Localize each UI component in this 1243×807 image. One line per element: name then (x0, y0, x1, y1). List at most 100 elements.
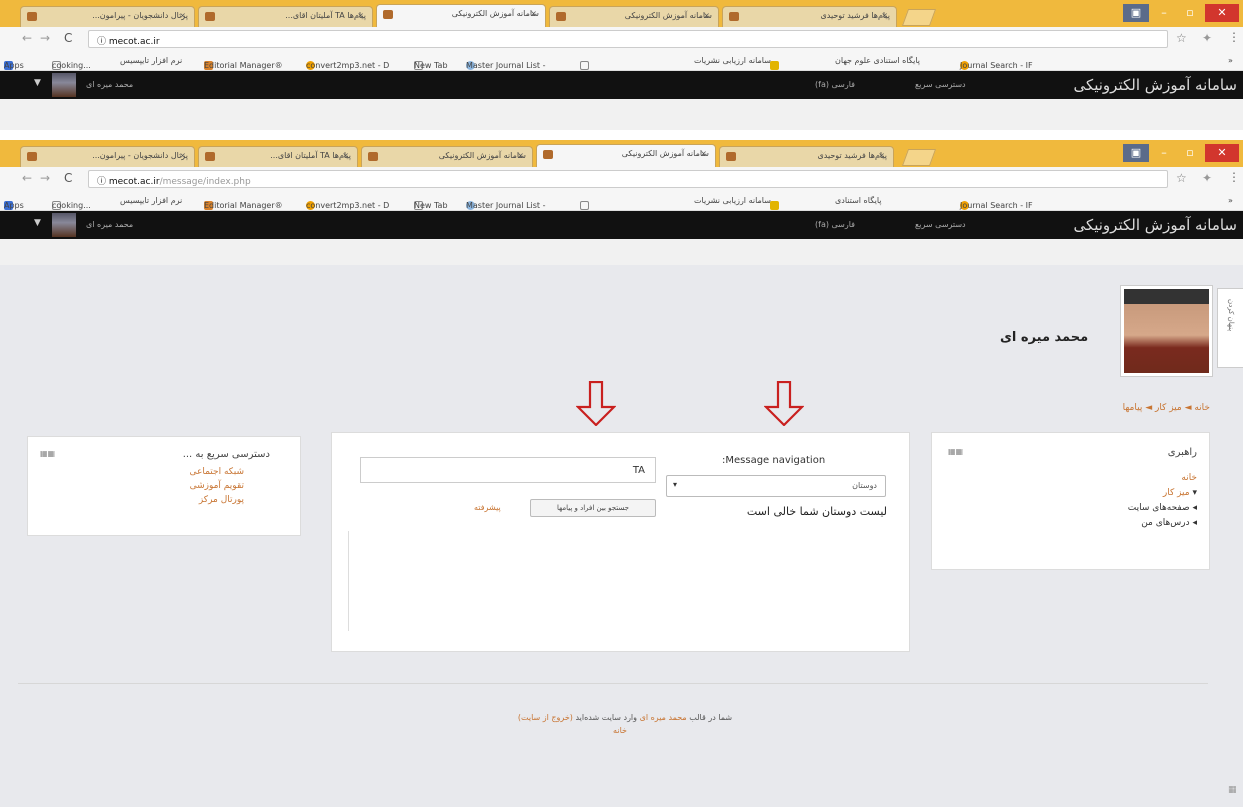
browser-tab[interactable]: پرتال دانشجویان - پیرامون... × (20, 146, 195, 167)
browser-tab[interactable]: سامانه آموزش الکترونیکی × (361, 146, 533, 167)
search-input[interactable]: TA (360, 457, 656, 483)
menu-icon[interactable]: ⋮ (1228, 30, 1240, 44)
logout-link[interactable]: (خروج از سایت) (518, 713, 573, 722)
browser-tab[interactable]: پیام‌ها TA آملیتان اقای... × (198, 6, 373, 27)
down-arrow-annotation (576, 381, 616, 426)
forward-arrow-icon[interactable]: → (40, 31, 50, 45)
quick-access-menu[interactable]: دسترسی سریع (915, 220, 966, 229)
navigation-block: راهبری ▦▦ خانه ▾ میز کار ◂ صفحه‌های سایت… (931, 432, 1210, 570)
tab-favicon-icon (27, 152, 37, 161)
block-actions-icon[interactable]: ▦▦ (948, 447, 963, 456)
close-tab-icon[interactable]: × (179, 151, 186, 160)
extension-icon[interactable]: ✦ (1202, 31, 1212, 45)
close-tab-icon[interactable]: × (530, 9, 537, 18)
close-window-icon[interactable]: ✕ (1205, 144, 1239, 162)
back-arrow-icon[interactable]: ← (22, 31, 32, 45)
footer-user-link[interactable]: محمد میره ای (640, 713, 687, 722)
footer-home-link[interactable]: خانه (600, 726, 640, 735)
minimize-icon[interactable]: – (1151, 144, 1177, 162)
maximize-icon[interactable]: ▫ (1177, 4, 1203, 22)
close-tab-icon[interactable]: × (703, 11, 710, 20)
close-tab-icon[interactable]: × (881, 11, 888, 20)
browser-tab[interactable]: پیام‌ها فرشید توحیدی × (719, 146, 894, 167)
star-icon[interactable]: ☆ (1176, 171, 1187, 185)
nav-item-my-courses[interactable]: ◂ درس‌های من (1141, 518, 1197, 528)
close-window-icon[interactable]: ✕ (1205, 4, 1239, 22)
bookmark-item[interactable]: پایگاه استنادی (835, 196, 882, 205)
navbar-user-name[interactable]: محمد میره ای (86, 220, 133, 229)
quick-link-portal[interactable]: پورتال مرکز (199, 495, 244, 505)
lang-menu[interactable]: فارسی (fa) (815, 220, 855, 229)
close-tab-icon[interactable]: × (700, 149, 707, 158)
close-tab-icon[interactable]: × (342, 151, 349, 160)
nav-item-site-pages[interactable]: ◂ صفحه‌های سایت (1128, 503, 1197, 513)
quick-access-block-title: دسترسی سریع به ... (182, 449, 270, 460)
window-icon[interactable]: ▣ (1123, 144, 1149, 162)
search-people-messages-button[interactable]: جستجو بین افراد و پیامها (530, 499, 656, 517)
user-avatar[interactable] (52, 73, 76, 97)
reload-icon[interactable]: C (64, 31, 72, 45)
close-tab-icon[interactable]: × (179, 11, 186, 20)
hide-blocks-tab[interactable]: پنهان کردن (1217, 288, 1243, 368)
forward-arrow-icon[interactable]: → (40, 171, 50, 185)
bookmark-item[interactable]: نرم افزار تایپسیس (120, 56, 182, 65)
extension-icon[interactable]: ✦ (1202, 171, 1212, 185)
address-bar[interactable]: ⓘ mecot.ac.ir (88, 30, 1168, 48)
tab-strip: پرتال دانشجویان - پیرامون... × پیام‌ها TA… (0, 0, 1243, 27)
message-panel: :Message navigation ▾ دوستان لیست دوستان… (331, 432, 910, 652)
browser-tab[interactable]: پیام‌ها TA آملیتان اقای... × (198, 146, 358, 167)
message-nav-select[interactable]: ▾ دوستان (666, 475, 886, 497)
user-menu-caret-icon[interactable]: ▼ (34, 218, 41, 228)
nav-home-link[interactable]: خانه (1181, 473, 1197, 483)
browser-tab[interactable]: سامانه آموزش الکترونیکی × (549, 6, 719, 27)
navbar-user-name[interactable]: محمد میره ای (86, 80, 133, 89)
reload-icon[interactable]: C (64, 171, 72, 185)
advanced-search-link[interactable]: پیشرفته (474, 503, 501, 512)
close-tab-icon[interactable]: × (357, 11, 364, 20)
address-bar[interactable]: ⓘ mecot.ac.ir/message/index.php (88, 170, 1168, 188)
tab-favicon-icon (205, 152, 215, 161)
more-bookmarks-icon[interactable]: » (1228, 56, 1233, 65)
site-brand[interactable]: سامانه آموزش الکترونیکی (1073, 216, 1237, 234)
lang-menu[interactable]: فارسی (fa) (815, 80, 855, 89)
bookmark-item[interactable]: سامانه ارزیابی نشریات (694, 196, 771, 205)
breadcrumb[interactable]: خانه ◄ میز کار ◄ پیامها (1123, 403, 1210, 413)
site-brand[interactable]: سامانه آموزش الکترونیکی (1073, 76, 1237, 94)
bookmark-item[interactable]: نرم افزار تایپسیس (120, 196, 182, 205)
user-menu-caret-icon[interactable]: ▼ (34, 78, 41, 88)
friends-empty-text: لیست دوستان شما خالی است (746, 505, 887, 518)
page-icon (580, 201, 589, 210)
star-icon[interactable]: ☆ (1176, 31, 1187, 45)
more-bookmarks-icon[interactable]: » (1228, 196, 1233, 205)
close-tab-icon[interactable]: × (517, 151, 524, 160)
info-icon: ⓘ (97, 177, 109, 187)
bookmark-item[interactable]: سامانه ارزیابی نشریات (694, 56, 771, 65)
quick-link-social[interactable]: شبکه اجتماعی (189, 467, 244, 477)
browser-tab-active[interactable]: سامانه آموزش الکترونیکی × (536, 144, 716, 167)
site-navbar: ▼ محمد میره ای فارسی (fa) دسترسی سریع سا… (0, 71, 1243, 99)
quick-access-block: دسترسی سریع به ... ▦▦ شبکه اجتماعی تقویم… (27, 436, 301, 536)
quick-link-calendar[interactable]: تقویم آموزشی (190, 481, 244, 491)
block-actions-icon[interactable]: ▦▦ (40, 449, 55, 458)
browser-tab-active[interactable]: سامانه آموزش الکترونیکی × (376, 4, 546, 27)
quick-access-menu[interactable]: دسترسی سریع (915, 80, 966, 89)
down-arrow-annotation (764, 381, 804, 426)
bookmark-item[interactable]: پایگاه استنادی علوم جهان (835, 56, 920, 65)
corner-grid-icon: ▦ (1228, 785, 1237, 795)
back-arrow-icon[interactable]: ← (22, 171, 32, 185)
new-tab-button[interactable] (901, 149, 937, 166)
new-tab-button[interactable] (901, 9, 937, 26)
close-tab-icon[interactable]: × (878, 151, 885, 160)
browser-tab[interactable]: پرتال دانشجویان - پیرامون... × (20, 6, 195, 27)
window-icon[interactable]: ▣ (1123, 4, 1149, 22)
nav-item-dashboard[interactable]: ▾ میز کار (1163, 488, 1197, 498)
minimize-icon[interactable]: – (1151, 4, 1177, 22)
maximize-icon[interactable]: ▫ (1177, 144, 1203, 162)
address-row: ← → C ⓘ mecot.ac.ir/message/index.php ☆ … (0, 167, 1243, 191)
menu-icon[interactable]: ⋮ (1228, 170, 1240, 184)
message-content-area (348, 531, 349, 631)
user-avatar[interactable] (52, 213, 76, 237)
tab-favicon-icon (543, 150, 553, 159)
message-navigation-label: :Message navigation (722, 455, 826, 466)
browser-tab[interactable]: پیام‌ها فرشید توحیدی × (722, 6, 897, 27)
